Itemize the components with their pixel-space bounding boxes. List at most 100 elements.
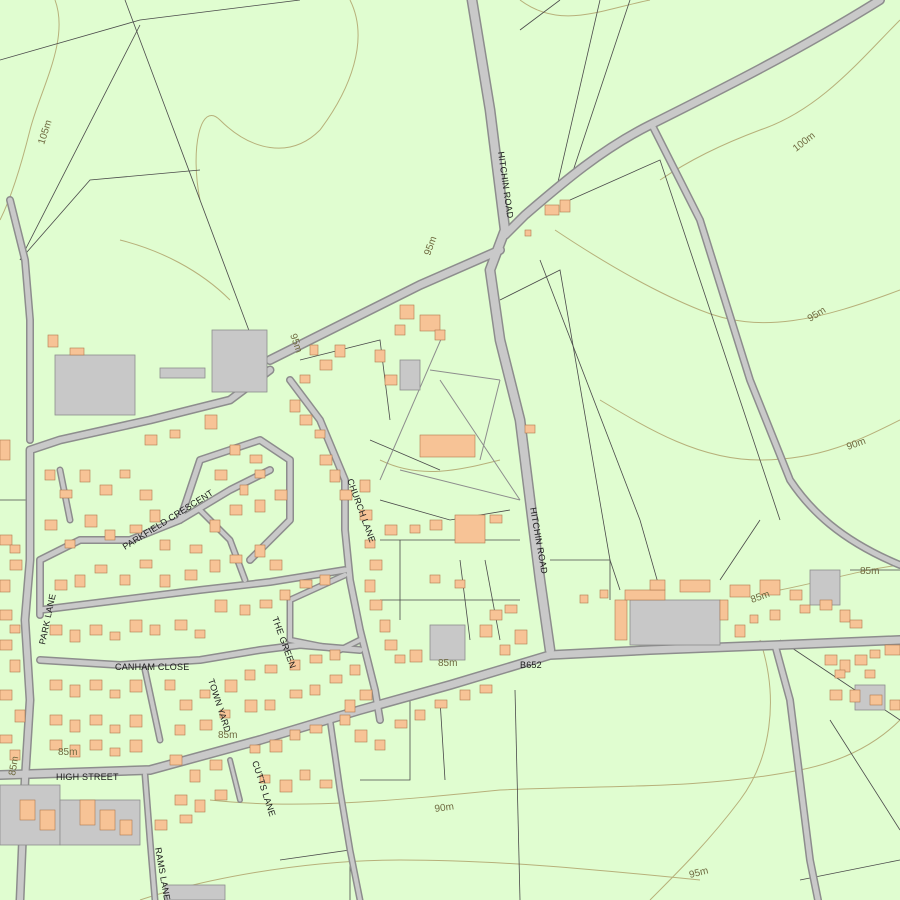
house	[504, 604, 518, 614]
house	[184, 569, 198, 581]
house	[159, 539, 171, 551]
house	[59, 489, 73, 499]
house	[259, 599, 273, 609]
house	[109, 631, 121, 641]
house	[249, 744, 261, 754]
house	[384, 639, 398, 651]
house	[829, 689, 843, 701]
house	[819, 599, 833, 611]
house	[384, 524, 398, 536]
house	[319, 574, 331, 586]
house	[719, 599, 729, 621]
house	[174, 794, 188, 806]
house	[0, 579, 11, 593]
house	[869, 694, 883, 706]
house	[354, 729, 368, 743]
house	[329, 649, 341, 661]
house	[334, 344, 346, 358]
house	[194, 629, 206, 639]
house	[69, 629, 81, 643]
house	[579, 594, 589, 604]
house	[314, 429, 326, 439]
map-canvas[interactable]: HITCHIN ROAD HITCHIN ROAD CHURCH LANE PA…	[0, 0, 900, 900]
house	[369, 599, 383, 611]
house	[329, 469, 341, 483]
house	[229, 504, 243, 516]
house	[49, 624, 63, 636]
house	[864, 669, 876, 679]
house	[174, 724, 186, 736]
house	[89, 739, 103, 751]
house	[89, 624, 103, 636]
house	[359, 479, 371, 493]
house	[749, 614, 759, 624]
house	[264, 699, 276, 711]
house	[54, 579, 68, 591]
house	[299, 374, 311, 384]
house	[889, 699, 900, 711]
house	[199, 689, 211, 699]
house	[179, 699, 193, 711]
house	[244, 669, 256, 681]
house	[524, 424, 536, 434]
house	[429, 519, 443, 531]
house	[94, 564, 108, 574]
house	[0, 439, 11, 461]
house	[429, 574, 441, 584]
house	[329, 674, 343, 684]
house	[419, 314, 441, 332]
house	[269, 739, 283, 753]
house	[179, 814, 193, 824]
house	[0, 534, 13, 546]
house	[99, 809, 116, 831]
house	[289, 689, 303, 699]
house	[544, 204, 560, 216]
house	[454, 579, 466, 589]
house	[769, 609, 781, 621]
contour-85m-c: 85m	[438, 658, 457, 669]
house	[129, 714, 143, 728]
house	[244, 699, 258, 713]
house	[649, 579, 666, 591]
house	[154, 819, 168, 831]
house	[19, 799, 36, 821]
house	[209, 559, 221, 573]
house	[49, 714, 63, 726]
house	[129, 739, 143, 753]
house	[479, 624, 493, 638]
contour-85m-a: 85m	[860, 566, 879, 577]
house	[614, 599, 628, 641]
house	[169, 429, 181, 439]
house	[679, 579, 711, 593]
house	[119, 469, 131, 479]
house	[289, 729, 301, 741]
house	[144, 434, 158, 446]
house	[369, 559, 383, 571]
house	[869, 649, 881, 659]
house	[559, 199, 571, 213]
house	[309, 344, 319, 356]
house	[419, 434, 476, 458]
house	[849, 689, 861, 703]
house	[499, 644, 511, 656]
house	[139, 559, 153, 569]
contour-85m-d: 85m	[218, 730, 237, 741]
house	[374, 739, 386, 751]
house	[99, 484, 113, 496]
label-canham-close: CANHAM CLOSE	[115, 662, 189, 672]
house	[279, 779, 293, 793]
house	[89, 679, 103, 691]
house	[9, 659, 21, 673]
house	[209, 759, 223, 771]
house	[849, 619, 863, 629]
house	[204, 414, 218, 430]
house	[49, 679, 63, 691]
house	[69, 684, 81, 698]
house	[79, 799, 96, 826]
house	[319, 359, 333, 371]
house	[44, 469, 56, 481]
label-high-street: HIGH STREET	[56, 772, 119, 782]
house	[169, 754, 183, 766]
house	[189, 769, 201, 783]
house	[339, 714, 351, 726]
